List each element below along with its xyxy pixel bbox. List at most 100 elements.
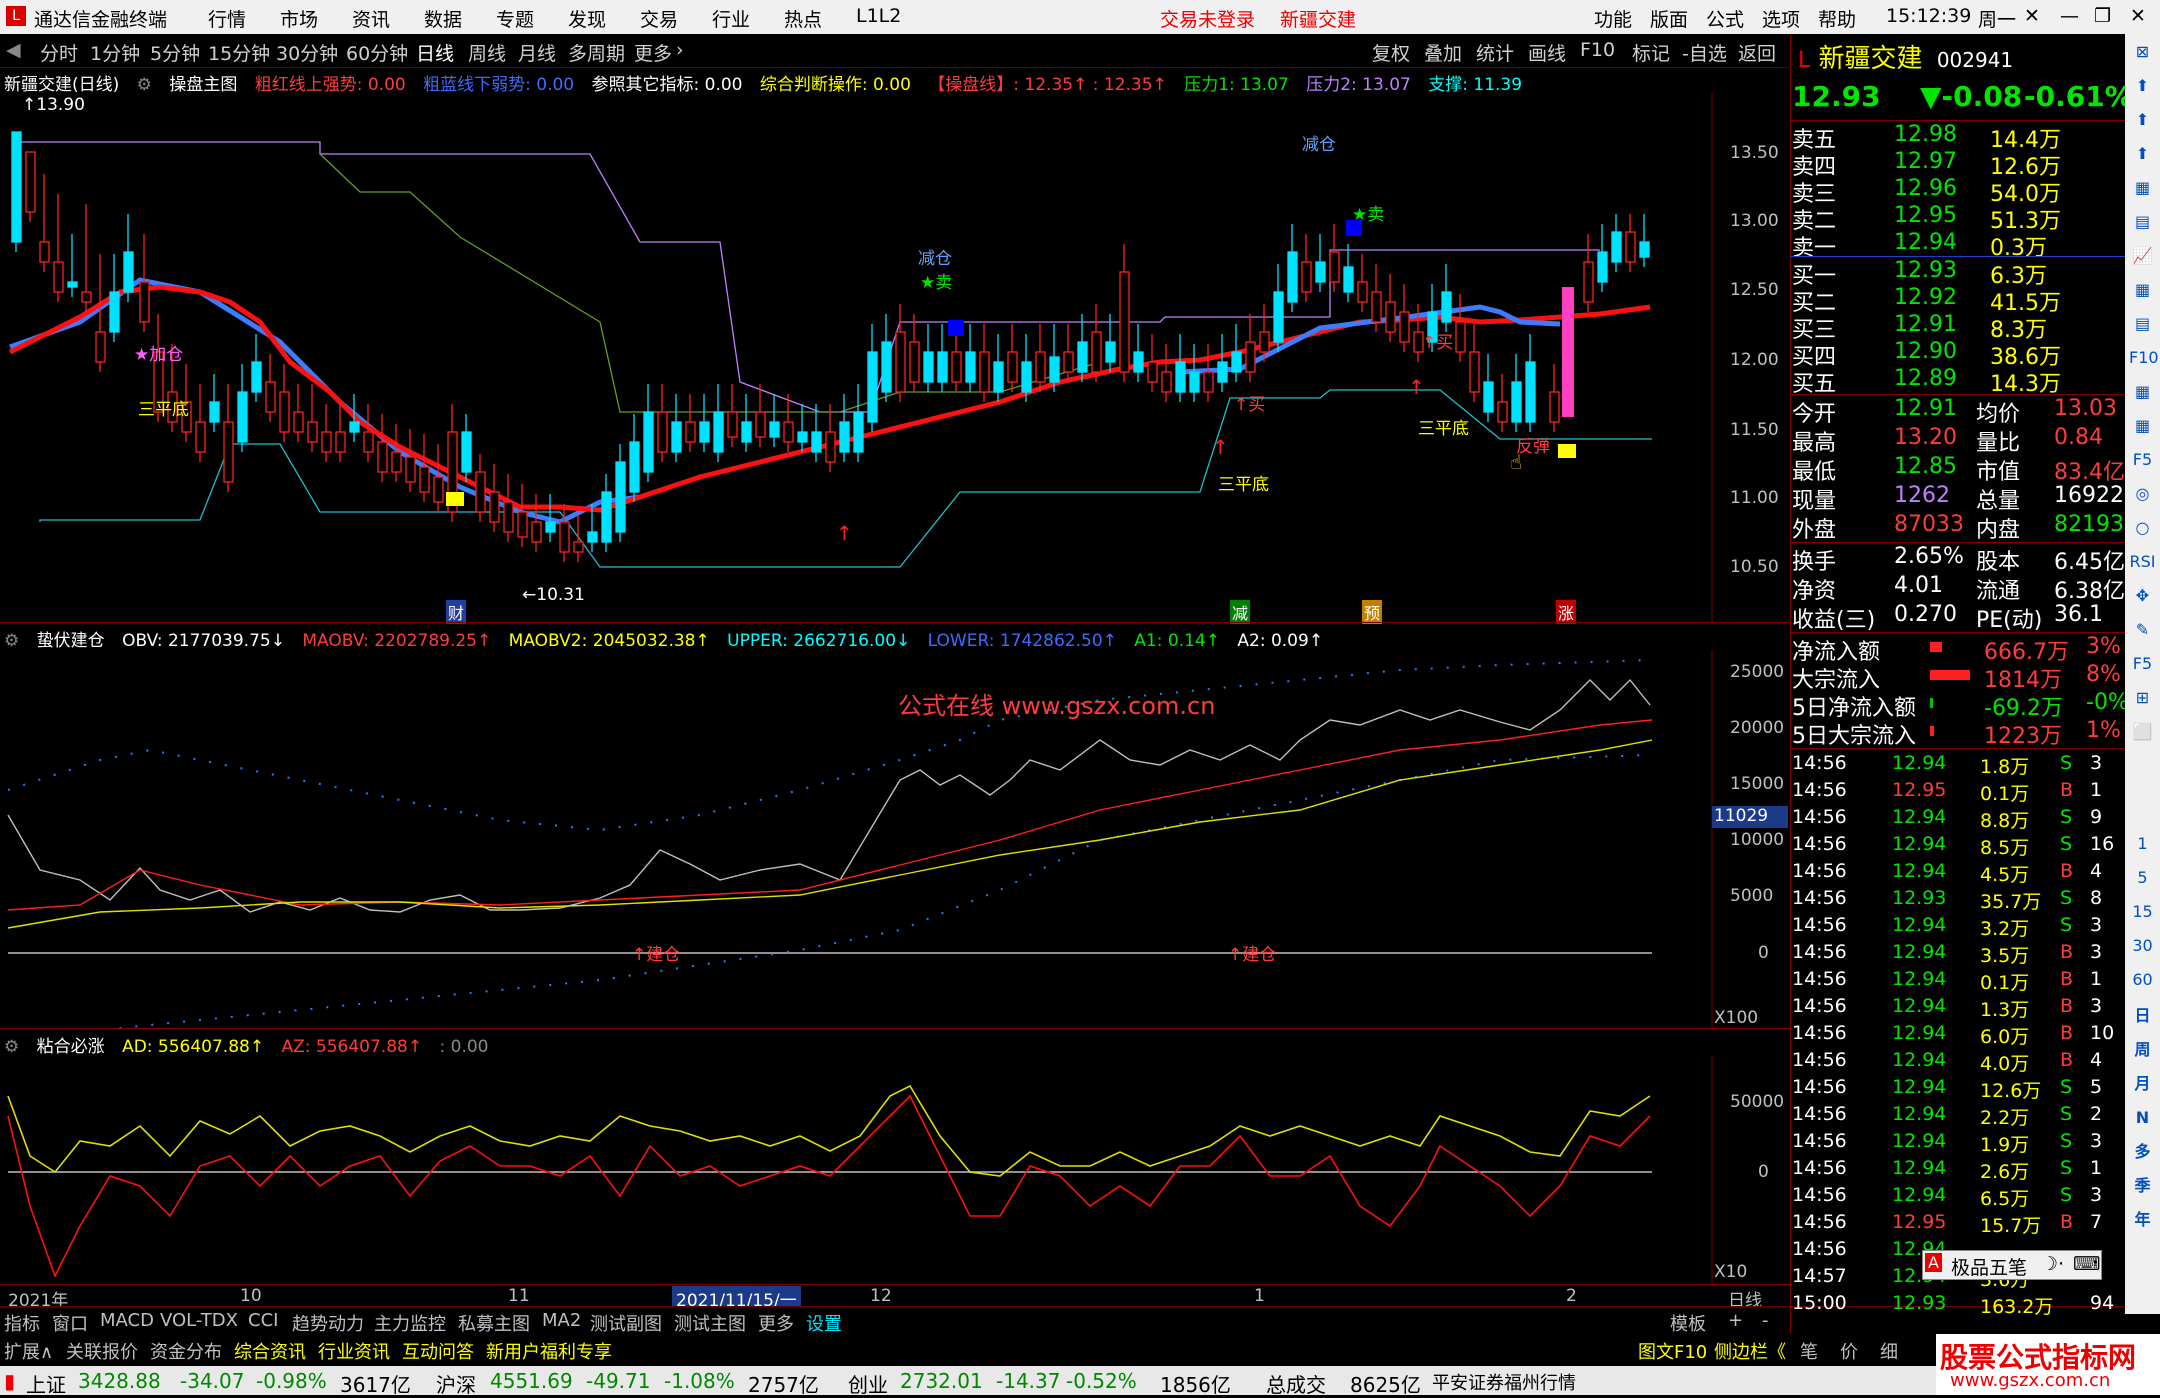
menu-item-zhuanti[interactable]: 专题 [496, 5, 534, 32]
close-window-icon[interactable]: ✕ [2130, 5, 2146, 27]
period-monthly[interactable]: 月线 [518, 39, 556, 66]
tab-zonghe[interactable]: 综合资讯 [234, 1338, 306, 1364]
candlestick-chart[interactable]: ↑ ↑ ↑ [0, 92, 1790, 622]
menu-item-redian[interactable]: 热点 [784, 5, 822, 32]
sidebar-tool-icon[interactable]: ⊞ [2129, 684, 2156, 711]
sidebar-tool-icon[interactable]: F10 [2129, 344, 2159, 371]
settings-icon[interactable]: ⚙ [4, 1037, 19, 1057]
toolbar-diejia[interactable]: 叠加 [1424, 39, 1462, 66]
trade-login-status[interactable]: 交易未登录 [1160, 5, 1255, 32]
menu-item-faxian[interactable]: 发现 [568, 5, 606, 32]
tab-ceshi-fu[interactable]: 测试副图 [590, 1310, 662, 1336]
tab-sidebar[interactable]: 侧边栏《 [1714, 1338, 1786, 1364]
period-daily[interactable]: 日线 [416, 39, 454, 66]
toolbar-tongji[interactable]: 统计 [1476, 39, 1514, 66]
sidebar-period-num[interactable]: 30 [2129, 932, 2156, 959]
toolbar-fanhui[interactable]: 返回 [1738, 39, 1776, 66]
menu-item-shuju[interactable]: 数据 [424, 5, 462, 32]
sidebar-period-0[interactable]: 日 [2129, 1002, 2156, 1029]
menu-item-hangqing[interactable]: 行情 [208, 5, 246, 32]
tab-bi[interactable]: 笔 [1800, 1338, 1818, 1364]
ad-name[interactable]: 粘合必涨 [37, 1037, 105, 1057]
sidebar-tool-icon[interactable]: ⬆ [2129, 140, 2156, 167]
menu-item-gongshi[interactable]: 公式 [1706, 5, 1744, 32]
sidebar-tool-icon[interactable]: ⬆ [2129, 72, 2156, 99]
collapse-icon[interactable]: ◀ [6, 39, 21, 61]
sidebar-period-num[interactable]: 5 [2129, 864, 2156, 891]
menu-item-hangye[interactable]: 行业 [712, 5, 750, 32]
tab-template[interactable]: 模板 [1670, 1310, 1706, 1336]
menu-item-gongneng[interactable]: 功能 [1594, 5, 1632, 32]
event-yu[interactable]: 预 [1362, 600, 1383, 624]
moon-icon[interactable]: ☽· [2041, 1253, 2064, 1275]
tab-hudong[interactable]: 互动问答 [402, 1338, 474, 1364]
sidebar-tool-icon[interactable]: ✎ [2129, 616, 2156, 643]
restore-icon[interactable]: ❐ [2094, 5, 2111, 27]
settings-icon[interactable]: ⚙ [4, 631, 19, 651]
tab-vol-tdx[interactable]: VOL-TDX [160, 1310, 238, 1331]
close-icon[interactable]: ✕ [2024, 5, 2040, 27]
sidebar-tool-icon[interactable]: ▦ [2129, 412, 2156, 439]
toolbar-huaxian[interactable]: 画线 [1528, 39, 1566, 66]
sidebar-tool-icon[interactable]: ▦ [2129, 378, 2156, 405]
menu-item-bangzhu[interactable]: 帮助 [1818, 5, 1856, 32]
ime-toolbar[interactable]: A 极品五笔 ☽· ⌨ [1922, 1250, 2102, 1280]
event-zhang[interactable]: 涨 [1556, 600, 1577, 624]
sidebar-period-4[interactable]: 多 [2129, 1138, 2156, 1165]
period-30min[interactable]: 30分钟 [276, 39, 338, 66]
menu-item-zixun[interactable]: 资讯 [352, 5, 390, 32]
period-60min[interactable]: 60分钟 [346, 39, 408, 66]
zoom-in-button[interactable]: + [1728, 1310, 1743, 1331]
toolbar-biaoji[interactable]: 标记 [1632, 39, 1670, 66]
minimize-icon[interactable]: — [2060, 5, 2079, 27]
ime-a-icon[interactable]: A [1925, 1253, 1942, 1272]
sidebar-tool-icon[interactable]: ⬆ [2129, 106, 2156, 133]
sidebar-period-num[interactable]: 15 [2129, 898, 2156, 925]
sidebar-tool-icon[interactable]: ▦ [2129, 276, 2156, 303]
sidebar-period-num[interactable]: 1 [2129, 830, 2156, 857]
tab-newuser[interactable]: 新用户福利专享 [486, 1338, 612, 1364]
sidebar-tool-icon[interactable]: ◎ [2129, 480, 2156, 507]
sidebar-tool-icon[interactable]: F5 [2129, 446, 2156, 473]
sidebar-period-3[interactable]: N [2129, 1104, 2156, 1131]
sidebar-tool-icon[interactable]: ○ [2129, 514, 2156, 541]
tab-more[interactable]: 更多 [758, 1310, 794, 1336]
sidebar-tool-icon[interactable]: ⊠ [2129, 38, 2156, 65]
menu-item-banmian[interactable]: 版面 [1650, 5, 1688, 32]
sz-name[interactable]: 沪深 [436, 1369, 476, 1398]
tab-ma2[interactable]: MA2 [542, 1310, 581, 1331]
tab-simu[interactable]: 私募主图 [458, 1310, 530, 1336]
tab-jia[interactable]: 价 [1840, 1338, 1858, 1364]
cy-name[interactable]: 创业 [848, 1369, 888, 1398]
period-multi[interactable]: 多周期 [568, 39, 625, 66]
event-cai[interactable]: 财 [446, 600, 467, 624]
tab-chuangkou[interactable]: 窗口 [52, 1310, 88, 1336]
tab-hangye[interactable]: 行业资讯 [318, 1338, 390, 1364]
toolbar-zixuan[interactable]: -自选 [1682, 39, 1727, 66]
tab-zhibiao[interactable]: 指标 [4, 1310, 40, 1336]
period-weekly[interactable]: 周线 [468, 39, 506, 66]
period-5min[interactable]: 5分钟 [150, 39, 200, 66]
sh-name[interactable]: 上证 [26, 1369, 66, 1398]
sidebar-period-2[interactable]: 月 [2129, 1070, 2156, 1097]
menu-item-xuanxiang[interactable]: 选项 [1762, 5, 1800, 32]
tab-zhuli[interactable]: 主力监控 [374, 1310, 446, 1336]
toolbar-fuquan[interactable]: 复权 [1372, 39, 1410, 66]
tab-macd[interactable]: MACD [100, 1310, 154, 1331]
menu-item-jiaoyi[interactable]: 交易 [640, 5, 678, 32]
event-jian[interactable]: 减 [1230, 600, 1251, 624]
sidebar-tool-icon[interactable]: RSI [2129, 548, 2156, 575]
period-15min[interactable]: 15分钟 [208, 39, 270, 66]
sidebar-tool-icon[interactable]: ✥ [2129, 582, 2156, 609]
chevron-right-icon[interactable]: › [676, 39, 684, 61]
period-1min[interactable]: 1分钟 [90, 39, 140, 66]
period-more[interactable]: 更多 [634, 39, 672, 66]
sidebar-tool-icon[interactable]: 📈 [2129, 242, 2156, 269]
tab-zijin[interactable]: 资金分布 [150, 1338, 222, 1364]
tab-qushi[interactable]: 趋势动力 [292, 1310, 364, 1336]
sidebar-tool-icon[interactable]: ▤ [2129, 208, 2156, 235]
sidebar-period-5[interactable]: 季 [2129, 1172, 2156, 1199]
keyboard-icon[interactable]: ⌨ [2073, 1253, 2100, 1275]
sidebar-tool-icon[interactable]: ⬜ [2129, 718, 2156, 745]
sidebar-tool-icon[interactable]: F5 [2129, 650, 2156, 677]
